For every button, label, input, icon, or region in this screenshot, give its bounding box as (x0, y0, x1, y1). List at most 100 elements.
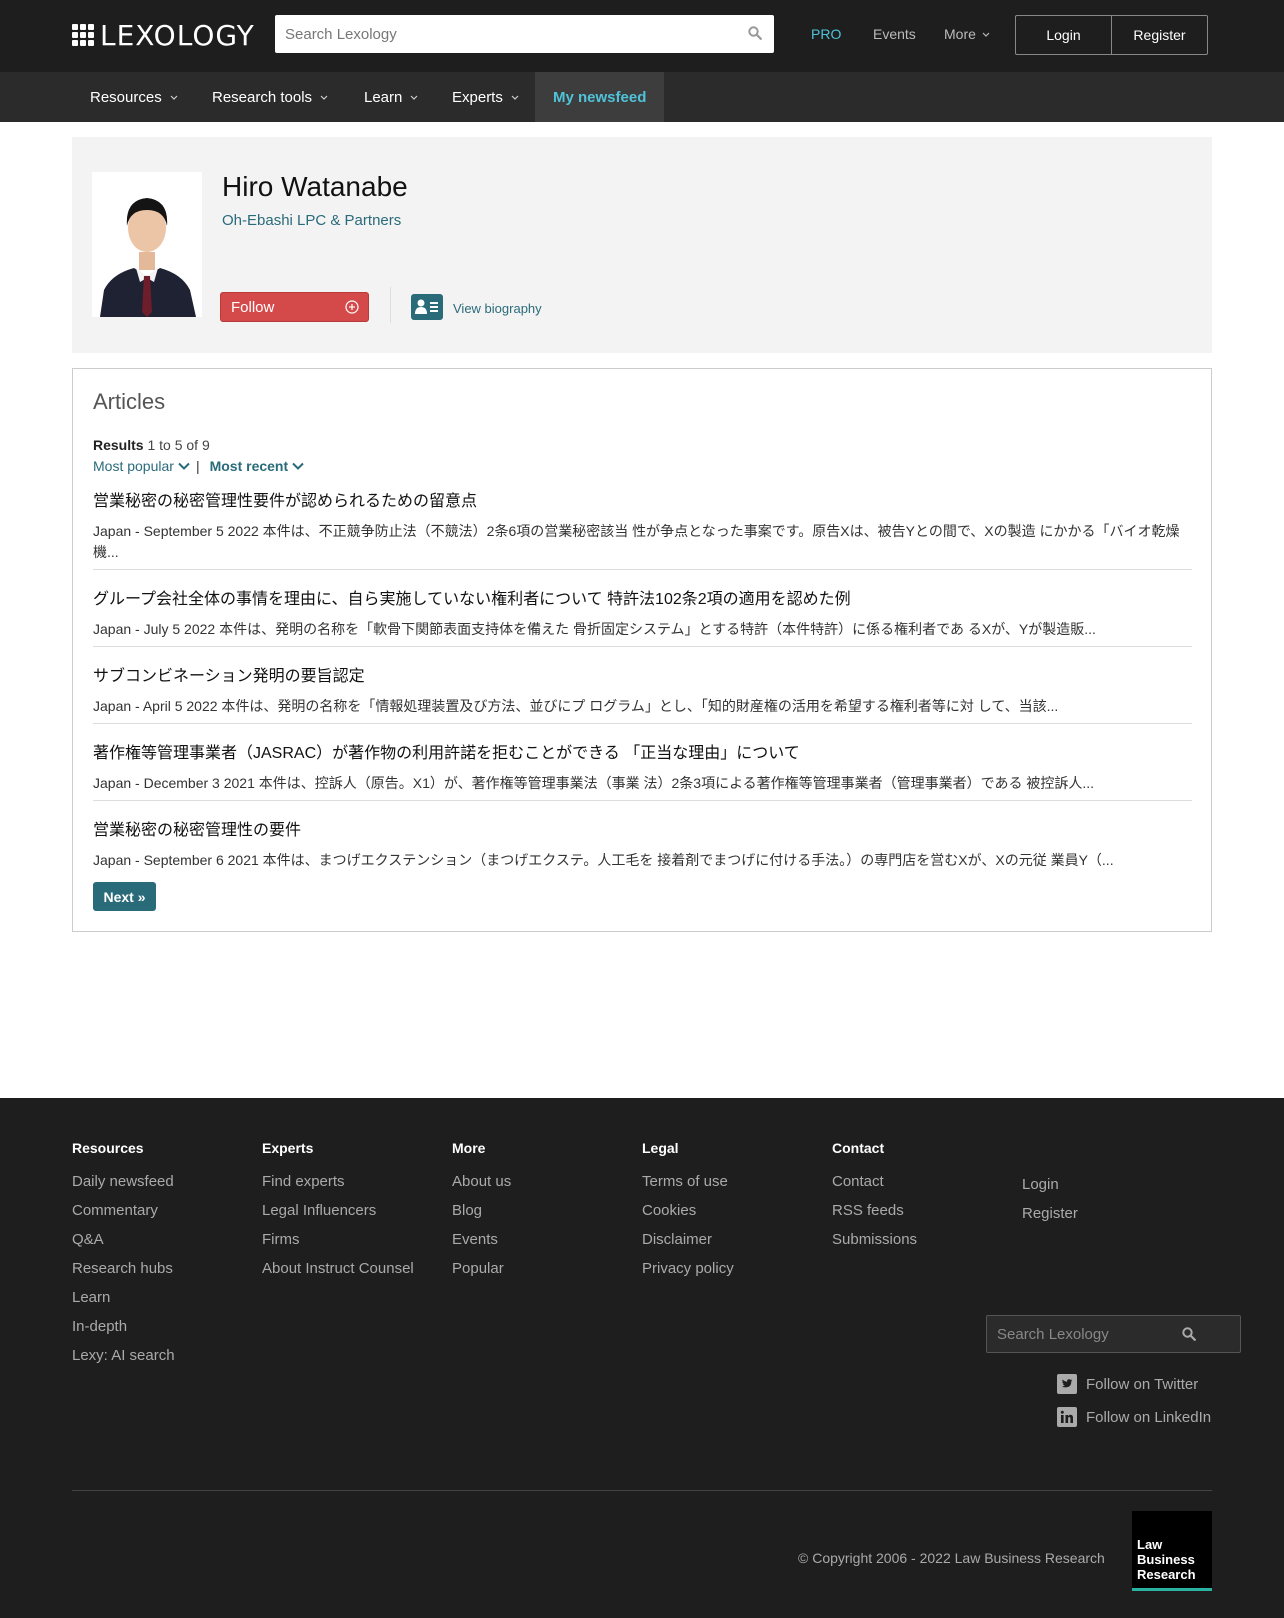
nav-resources-label: Resources (90, 88, 162, 106)
footer-heading: Legal (642, 1140, 679, 1156)
footer-link[interactable]: Find experts (262, 1173, 414, 1202)
footer-link[interactable]: Learn (72, 1289, 175, 1318)
chevron-down-icon (982, 32, 990, 37)
more-menu[interactable]: More (944, 26, 990, 42)
footer-link[interactable]: In-depth (72, 1318, 175, 1347)
article-snippet: Japan - September 5 2022 本件は、不正競争防止法（不競法… (93, 523, 1180, 560)
chevron-down-icon (511, 95, 519, 100)
footer-link[interactable]: Disclaimer (642, 1231, 734, 1260)
login-button[interactable]: Login (1016, 16, 1111, 54)
footer-link[interactable]: Legal Influencers (262, 1202, 414, 1231)
footer-link[interactable]: Q&A (72, 1231, 175, 1260)
footer-link[interactable]: Firms (262, 1231, 414, 1260)
linkedin-icon (1057, 1407, 1077, 1427)
article-title[interactable]: 営業秘密の秘密管理性の要件 (93, 816, 1192, 840)
nav-experts[interactable]: Experts (452, 72, 519, 122)
footer-link[interactable]: Submissions (832, 1231, 917, 1260)
twitter-icon (1057, 1374, 1077, 1394)
footer-link[interactable]: Terms of use (642, 1173, 734, 1202)
view-biography-link[interactable]: View biography (453, 301, 542, 316)
author-firm-link[interactable]: Oh-Ebashi LPC & Partners (222, 212, 401, 229)
footer-divider (72, 1490, 1212, 1491)
footer-link[interactable]: Daily newsfeed (72, 1173, 175, 1202)
chevron-down-icon (178, 462, 190, 470)
search-icon[interactable] (1182, 1327, 1196, 1346)
nav-learn[interactable]: Learn (364, 72, 418, 122)
follow-linkedin-link[interactable]: Follow on LinkedIn (1057, 1407, 1211, 1427)
footer-column-resources: Resources Daily newsfeed Commentary Q&A … (72, 1140, 175, 1376)
footer-link[interactable]: Popular (452, 1260, 511, 1289)
follow-twitter-link[interactable]: Follow on Twitter (1057, 1374, 1198, 1394)
biography-card-icon[interactable] (411, 294, 443, 320)
lbr-logo-line: Research (1137, 1567, 1196, 1582)
article-title[interactable]: 営業秘密の秘密管理性要件が認められるための留意点 (93, 487, 1192, 511)
lbr-logo-line: Business (1137, 1552, 1195, 1567)
articles-panel: Articles Results 1 to 5 of 9 Most popula… (72, 368, 1212, 932)
article-snippet: Japan - September 6 2021 本件は、まつげエクステンション… (93, 852, 1114, 868)
footer-link[interactable]: Blog (452, 1202, 511, 1231)
footer-column-legal: Legal Terms of use Cookies Disclaimer Pr… (642, 1140, 734, 1289)
follow-button-label: Follow (231, 298, 275, 316)
nav-resources[interactable]: Resources (90, 72, 178, 122)
footer-link[interactable]: About us (452, 1173, 511, 1202)
search-icon[interactable] (748, 26, 762, 45)
sort-options: Most popular | Most recent (93, 458, 304, 474)
nav-my-newsfeed[interactable]: My newsfeed (535, 72, 665, 122)
chevron-down-icon (410, 95, 418, 100)
article-title[interactable]: サブコンビネーション発明の要旨認定 (93, 662, 1192, 686)
article-divider (93, 646, 1192, 647)
sort-separator: | (195, 458, 200, 474)
events-link[interactable]: Events (873, 26, 916, 42)
article-title[interactable]: 著作権等管理事業者（JASRAC）が著作物の利用許諾を拒むことができる 「正当な… (93, 739, 1192, 763)
footer-link[interactable]: RSS feeds (832, 1202, 917, 1231)
site-footer: Resources Daily newsfeed Commentary Q&A … (0, 1098, 1284, 1618)
sort-most-popular[interactable]: Most popular (93, 458, 190, 474)
footer-link[interactable]: Commentary (72, 1202, 175, 1231)
author-name: Hiro Watanabe (222, 171, 408, 202)
follow-twitter-label: Follow on Twitter (1086, 1375, 1199, 1393)
logo-grid-icon (72, 24, 94, 46)
sort-most-recent[interactable]: Most recent (210, 458, 305, 474)
footer-heading: Experts (262, 1140, 314, 1156)
article-snippet: Japan - December 3 2021 本件は、控訴人（原告。X1）が、… (93, 775, 1095, 791)
article-item[interactable]: グループ会社全体の事情を理由に、自ら実施していない権利者について 特許法102条… (93, 585, 1192, 640)
article-divider (93, 723, 1192, 724)
article-title[interactable]: グループ会社全体の事情を理由に、自ら実施していない権利者について 特許法102条… (93, 585, 1192, 609)
article-item[interactable]: サブコンビネーション発明の要旨認定 Japan - April 5 2022 本… (93, 662, 1192, 717)
footer-column-more: More About us Blog Events Popular (452, 1140, 511, 1289)
footer-column-contact: Contact Contact RSS feeds Submissions (832, 1140, 917, 1260)
law-business-research-logo[interactable]: Law Business Research (1132, 1511, 1212, 1591)
footer-link[interactable]: Privacy policy (642, 1260, 734, 1289)
follow-button[interactable]: Follow (220, 292, 369, 322)
article-snippet: Japan - April 5 2022 本件は、発明の名称を「情報処理装置及び… (93, 698, 1059, 714)
profile-divider (390, 287, 391, 323)
lbr-logo-line: Law (1137, 1537, 1163, 1552)
next-page-button[interactable]: Next » (93, 882, 156, 911)
footer-search (986, 1315, 1241, 1353)
lexology-logo[interactable]: LEXOLOGY (72, 19, 255, 52)
footer-link[interactable]: About Instruct Counsel (262, 1260, 414, 1289)
footer-link[interactable]: Research hubs (72, 1260, 175, 1289)
sort-most-recent-label: Most recent (209, 458, 289, 474)
auth-buttons: Login Register (1015, 15, 1208, 55)
nav-experts-label: Experts (452, 88, 503, 106)
footer-search-input[interactable] (987, 1316, 1240, 1352)
header-search-input[interactable] (275, 15, 774, 53)
chevron-down-icon (320, 95, 328, 100)
footer-link[interactable]: Lexy: AI search (72, 1347, 175, 1376)
article-item[interactable]: 営業秘密の秘密管理性の要件 Japan - September 6 2021 本… (93, 816, 1192, 871)
register-button[interactable]: Register (1111, 16, 1207, 54)
nav-research-tools-label: Research tools (212, 88, 313, 106)
article-item[interactable]: 営業秘密の秘密管理性要件が認められるための留意点 Japan - Septemb… (93, 487, 1192, 563)
article-snippet: Japan - July 5 2022 本件は、発明の名称を「軟骨下関節表面支持… (93, 621, 1096, 637)
footer-link[interactable]: Contact (832, 1173, 917, 1202)
article-item[interactable]: 著作権等管理事業者（JASRAC）が著作物の利用許諾を拒むことができる 「正当な… (93, 739, 1192, 794)
results-range: 1 to 5 of 9 (147, 437, 210, 453)
footer-login-link[interactable]: Login (1022, 1176, 1078, 1205)
footer-register-link[interactable]: Register (1022, 1205, 1078, 1234)
author-profile-card: Hiro Watanabe Oh-Ebashi LPC & Partners F… (72, 137, 1212, 353)
footer-link[interactable]: Cookies (642, 1202, 734, 1231)
nav-research-tools[interactable]: Research tools (212, 72, 328, 122)
footer-link[interactable]: Events (452, 1231, 511, 1260)
pro-link[interactable]: PRO (811, 26, 841, 42)
